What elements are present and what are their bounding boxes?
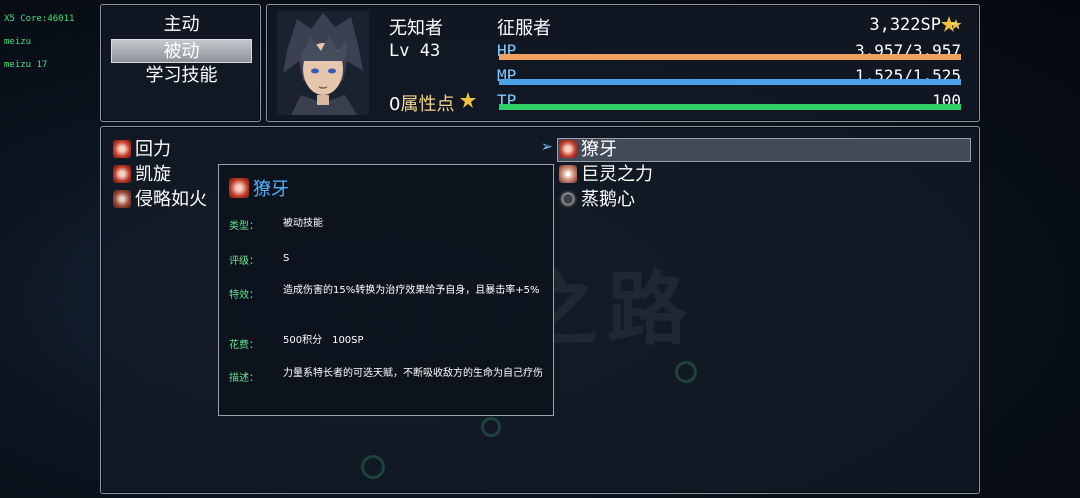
skill-name: 回力 <box>135 139 171 160</box>
level-value: 43 <box>419 41 441 61</box>
skill-item-qinlue[interactable]: 侵略如火 <box>113 188 207 212</box>
skill-name: 獠牙 <box>581 139 617 160</box>
hp-gauge-fill <box>499 54 961 60</box>
bg-ring <box>361 455 385 479</box>
grade-label: 评级： <box>229 256 259 267</box>
desc-label: 描述： <box>229 373 259 384</box>
spiral-icon <box>113 190 131 208</box>
type-label: 类型： <box>229 221 259 232</box>
swirl-red-icon <box>559 140 577 158</box>
skill-item-huili[interactable]: 回力 <box>113 138 171 162</box>
skill-item-zhengexin[interactable]: 蒸鹅心 <box>559 188 635 212</box>
attr-points-value: 0 <box>389 94 401 115</box>
effect-value: 造成伤害的15%转换为治疗效果给予自身，且暴击率+5% <box>283 285 540 296</box>
cmd-learn[interactable]: 学习技能 <box>111 64 252 88</box>
level-label: Lv <box>389 41 410 61</box>
attr-points-label: 属性点 <box>400 94 455 115</box>
bg-ring <box>675 361 697 383</box>
desc-value: 力量系特长者的可选天赋，不断吸收敌方的生命为自己疗伤 <box>283 368 543 379</box>
tp-gauge <box>499 104 961 110</box>
swirl-red-icon <box>113 165 131 183</box>
actor-name: 无知者 <box>389 18 443 39</box>
cmd-passive[interactable]: 被动 <box>111 39 252 63</box>
skill-name: 侵略如火 <box>135 189 207 210</box>
swirl-red-icon <box>113 140 131 158</box>
debug-device-text: meizu <box>4 37 32 47</box>
skill-item-juling[interactable]: 巨灵之力 <box>559 163 653 187</box>
actor-class: 征服者 <box>497 18 551 39</box>
swirl-red-icon <box>229 178 249 198</box>
actor-level: Lv 43 <box>389 41 440 61</box>
skill-item-liaoya[interactable]: 獠牙 <box>559 138 617 162</box>
skill-detail-popup: 獠牙 类型： 被动技能 评级： S 特效： 造成伤害的15%转换为治疗效果给予自… <box>218 164 554 416</box>
debug-core-text: X5 Core:46011 <box>4 14 75 24</box>
attr-star-icon <box>459 91 477 109</box>
mp-gauge-fill <box>499 79 961 85</box>
effect-label: 特效： <box>229 290 259 301</box>
cost-label: 花费： <box>229 340 259 351</box>
sp-counter: 3,322SP <box>869 15 941 35</box>
detail-title-text: 獠牙 <box>253 179 289 200</box>
skill-item-kaixuan[interactable]: 凯旋 <box>113 163 171 187</box>
selected-skill-highlight <box>557 138 971 162</box>
attr-points: 0属性点 <box>389 90 454 116</box>
bg-ring <box>481 417 501 437</box>
burst-icon <box>559 165 577 183</box>
hp-gauge <box>499 54 961 60</box>
sp-star-icon <box>941 15 963 35</box>
skill-type-menu: 主动 被动 学习技能 <box>100 4 261 122</box>
actor-portrait <box>277 11 369 115</box>
grade-value: S <box>283 253 290 264</box>
circle-dark-icon <box>559 190 577 208</box>
mp-gauge <box>499 79 961 85</box>
skill-name: 凯旋 <box>135 164 171 185</box>
cost-value: 500积分 100SP <box>283 335 364 346</box>
actor-status-window: 无知者 Lv 43 征服者 3,322SP 0属性点 HP 3,957/3,95… <box>266 4 980 122</box>
tp-gauge-fill <box>499 104 961 110</box>
detail-title: 獠牙 <box>229 175 289 201</box>
cursor-arrow-icon: ➢ <box>541 139 553 155</box>
cmd-active[interactable]: 主动 <box>111 13 252 37</box>
debug-model-text: meizu 17 <box>4 60 48 70</box>
type-value: 被动技能 <box>283 218 323 229</box>
skill-name: 蒸鹅心 <box>581 189 635 210</box>
skill-name: 巨灵之力 <box>581 164 653 185</box>
